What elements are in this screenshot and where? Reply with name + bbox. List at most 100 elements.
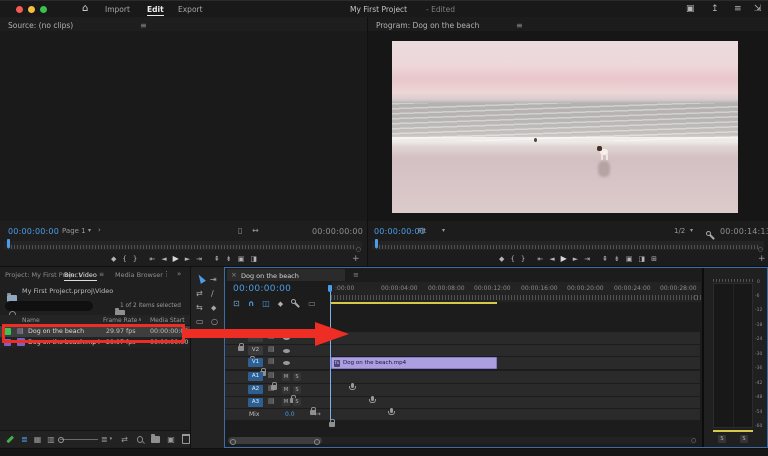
close-tab-icon[interactable]: ×	[231, 271, 237, 279]
go-to-out-button[interactable]: ⇥	[584, 254, 590, 264]
timeline-ruler[interactable]: :00:00 00:00:04:00 00:00:08:00 00:00:12:…	[330, 282, 701, 302]
keyframe-nav-icon[interactable]: ↦	[315, 410, 321, 418]
playhead-line[interactable]	[330, 292, 331, 420]
fullscreen-icon[interactable]: ⇲	[754, 4, 762, 14]
program-zoom-handle-icon[interactable]: ○	[758, 246, 763, 253]
toggle-output-eye-icon[interactable]	[283, 349, 290, 353]
program-zoom-dropdown[interactable]: Fit	[418, 227, 426, 235]
hand-tool[interactable]: ○	[211, 317, 218, 327]
source-timecode[interactable]: 00:00:00:00	[8, 227, 59, 236]
mute-button[interactable]: M	[282, 373, 290, 381]
panel-dots-icon[interactable]: ⋮	[163, 270, 170, 278]
source-playhead[interactable]	[7, 239, 10, 248]
breadcrumb[interactable]: My First Project.prproj\Video	[22, 287, 113, 295]
source-button-editor-plus[interactable]: +	[352, 254, 360, 264]
program-res-caret-icon[interactable]: ▾	[690, 227, 693, 234]
sync-lock-icon[interactable]: ▤	[268, 345, 275, 353]
automate-sequence-button[interactable]: ⇄	[121, 435, 128, 444]
voiceover-mic-icon[interactable]	[371, 396, 374, 401]
voiceover-mic-icon[interactable]	[351, 383, 354, 388]
tab-bin-video[interactable]: Bin: Video	[64, 271, 97, 281]
source-page-caret-icon[interactable]: ▾	[88, 227, 91, 234]
source-panel-tab[interactable]: Source: (no clips)	[8, 21, 73, 30]
track-badge-v2[interactable]: V2	[248, 346, 263, 355]
linked-selection-icon[interactable]: ◫	[262, 299, 270, 308]
traffic-zoom-button[interactable]	[40, 6, 47, 13]
captions-icon[interactable]: ▭	[308, 299, 316, 308]
program-playhead[interactable]	[375, 239, 378, 248]
column-frame-rate[interactable]: Frame Rate	[103, 317, 137, 324]
panel-overflow-icon[interactable]: »	[177, 270, 181, 278]
voiceover-mic-icon[interactable]	[390, 408, 393, 413]
video-frame[interactable]	[392, 41, 738, 213]
share-icon[interactable]: ↥	[711, 4, 719, 14]
clip-fx-badge[interactable]: fx	[334, 360, 340, 367]
export-frame-button[interactable]: ▣	[626, 254, 633, 264]
sequence-tab-label[interactable]: Dog on the beach	[241, 272, 299, 280]
find-button[interactable]	[137, 436, 143, 443]
tab-media-browser[interactable]: Media Browser	[115, 271, 163, 279]
solo-button[interactable]: S	[293, 398, 301, 406]
insert-button[interactable]: ⇞	[214, 254, 220, 264]
freeform-view-button[interactable]: ▥	[47, 435, 55, 444]
rectangle-tool[interactable]: ▭	[196, 317, 204, 327]
solo-left-button[interactable]: S	[718, 435, 726, 443]
menu-import[interactable]: Import	[105, 5, 130, 14]
lock-icon[interactable]	[238, 346, 244, 351]
mark-out-button[interactable]: }	[133, 254, 137, 264]
razor-tool[interactable]: ∕	[211, 289, 214, 299]
bin-panel-menu-icon[interactable]: ≡	[99, 271, 104, 278]
search-input[interactable]	[5, 301, 93, 311]
track-v2[interactable]	[225, 345, 700, 356]
scrollbar-handle-left[interactable]	[230, 439, 236, 445]
program-button-editor-plus[interactable]: +	[758, 254, 766, 264]
track-badge-a2[interactable]: A2	[248, 385, 263, 394]
add-marker-button[interactable]: ◆	[111, 254, 116, 264]
mute-button[interactable]: M	[282, 398, 290, 406]
sync-lock-icon[interactable]: ▤	[268, 357, 275, 365]
delete-button[interactable]	[182, 434, 190, 444]
home-icon[interactable]: ⌂	[82, 3, 88, 14]
mark-out-button[interactable]: }	[521, 254, 525, 264]
go-to-in-button[interactable]: ⇤	[537, 254, 543, 264]
program-panel-menu-icon[interactable]: ≡	[516, 21, 523, 30]
sort-button[interactable]: ≣	[101, 435, 108, 444]
playhead-marker[interactable]	[328, 285, 332, 292]
timeline-panel-menu-icon[interactable]: ≡	[353, 271, 359, 279]
source-page-dropdown[interactable]: Page 1	[62, 227, 86, 235]
zoom-slider[interactable]	[60, 439, 98, 440]
zoom-slider-knob[interactable]	[58, 437, 64, 443]
solo-button[interactable]: S	[293, 373, 301, 381]
go-to-out-button[interactable]: ⇥	[196, 254, 202, 264]
overwrite-button[interactable]: ⇟	[226, 254, 232, 264]
timeline-h-scrollbar-thumb[interactable]	[228, 437, 322, 444]
program-res-dropdown[interactable]: 1/2	[674, 227, 685, 235]
workspace-icon[interactable]: ▣	[686, 4, 695, 14]
column-name[interactable]: Name	[22, 317, 40, 324]
slip-tool[interactable]: ⇆	[196, 303, 203, 313]
program-zoom-caret-icon[interactable]: ▾	[442, 227, 445, 234]
lift-button[interactable]: ⇞	[602, 254, 608, 264]
traffic-minimize-button[interactable]	[28, 6, 35, 13]
multi-view-button[interactable]: ⊞	[651, 254, 657, 264]
icon-view-button[interactable]: ▦	[34, 435, 42, 444]
sort-caret-icon[interactable]: ▾	[110, 436, 113, 442]
source-page-next-icon[interactable]: ›	[98, 226, 101, 234]
solo-button[interactable]: S	[293, 386, 301, 394]
source-scrubber[interactable]: ○	[4, 241, 362, 250]
track-mix[interactable]	[225, 409, 700, 420]
pen-tool[interactable]: ◆	[211, 303, 216, 313]
writable-pencil-icon[interactable]	[6, 435, 13, 442]
nest-source-icon[interactable]: ⊡	[233, 299, 240, 308]
track-badge-a3[interactable]: A3	[248, 398, 263, 407]
new-item-button[interactable]: ▣	[167, 435, 175, 444]
solo-right-button[interactable]: S	[740, 435, 748, 443]
sync-lock-icon[interactable]: ▤	[268, 397, 275, 405]
program-panel-tab[interactable]: Program: Dog on the beach	[376, 21, 479, 30]
play-button[interactable]: ▶	[173, 254, 179, 264]
scrollbar-zoom-handle-icon[interactable]: ○	[691, 437, 696, 444]
program-scrubber[interactable]: ○	[372, 241, 764, 250]
mark-in-button[interactable]: {	[122, 254, 126, 264]
track-select-tool[interactable]: ⇥	[210, 275, 217, 285]
list-view-button[interactable]: ≣	[21, 435, 28, 444]
